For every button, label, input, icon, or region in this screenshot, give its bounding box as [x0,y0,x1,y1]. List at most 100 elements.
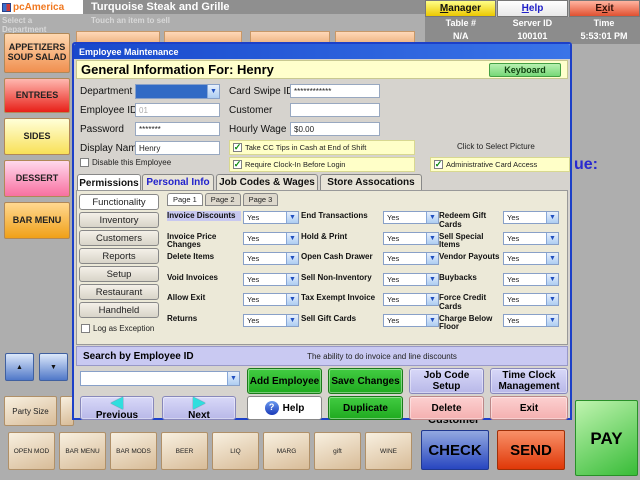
duplicate-button[interactable]: Duplicate [328,396,403,420]
log-as-exception-checkbox-row[interactable]: Log as Exception [81,324,154,333]
help-button-top[interactable]: Help [497,0,568,17]
permission-select[interactable]: Yes [243,232,299,245]
menu-item-button-partial[interactable] [76,31,160,42]
scroll-up-button[interactable]: ▲ [5,353,34,381]
hourly-wage-label: Hourly Wage [229,124,286,135]
cc-tips-checkbox-row[interactable]: Take CC Tips in Cash at End of Shift [229,140,415,155]
permission-select[interactable]: Yes [503,232,559,245]
checkbox-checked-icon[interactable] [434,160,443,169]
chevron-down-icon [426,294,438,305]
help-button[interactable]: Help [247,396,322,420]
bottom-item-bar-mods[interactable]: BAR MODS [110,432,157,470]
permission-row: Sell Non-InventoryYes [301,273,439,294]
permission-select[interactable]: Yes [383,232,439,245]
card-swipe-id-input[interactable]: ************ [290,84,380,98]
permission-select[interactable]: Yes [503,293,559,306]
dialog-title: Employee Maintenance [79,47,179,57]
side-tab-handheld[interactable]: Handheld [79,302,159,318]
bottom-item-liq[interactable]: LIQ [212,432,259,470]
side-tab-restaurant[interactable]: Restaurant [79,284,159,300]
side-tab-customers[interactable]: Customers [79,230,159,246]
dialog-title-bar[interactable]: Employee Maintenance [74,44,570,59]
password-input[interactable]: ******* [135,122,220,136]
permission-select[interactable]: Yes [243,273,299,286]
next-button[interactable]: ▶ Next [162,396,236,420]
display-name-input[interactable]: Henry [135,141,220,155]
checkbox-unchecked-icon[interactable] [81,324,90,333]
permission-select[interactable]: Yes [243,252,299,265]
save-changes-button[interactable]: Save Changes [328,368,403,394]
employee-id-label: Employee ID [80,105,137,116]
permission-select[interactable]: Yes [503,211,559,224]
permission-select[interactable]: Yes [503,314,559,327]
hourly-wage-input[interactable]: $0.00 [290,122,380,136]
menu-item-button-partial[interactable] [250,31,330,42]
permission-column-3: Redeem Gift CardsYes Sell Special ItemsY… [439,211,559,334]
select-picture-hint[interactable]: Click to Select Picture [457,142,535,151]
admin-card-checkbox-row[interactable]: Administrative Card Access [430,157,570,172]
job-code-setup-button[interactable]: Job Code Setup [409,368,484,394]
send-button[interactable]: SEND [497,430,565,470]
permission-select[interactable]: Yes [243,211,299,224]
tab-permissions[interactable]: Permissions [77,174,141,191]
side-tab-setup[interactable]: Setup [79,266,159,282]
bottom-item-beer[interactable]: BEER [161,432,208,470]
bottom-item-open-mod[interactable]: OPEN MOD [8,432,55,470]
bottom-item-marg[interactable]: MARG [263,432,310,470]
customer-input[interactable] [290,103,380,117]
permission-select[interactable]: Yes [243,314,299,327]
brand-name: pcAmerica [13,2,64,13]
employee-search-select[interactable] [80,371,240,386]
permission-select[interactable]: Yes [383,211,439,224]
time-clock-management-button[interactable]: Time Clock Management [490,368,568,394]
checkbox-checked-icon[interactable] [233,143,242,152]
permission-select[interactable]: Yes [503,273,559,286]
tab-personal-info[interactable]: Personal Info [142,174,214,190]
add-employee-button[interactable]: Add Employee [247,368,322,394]
checkbox-unchecked-icon[interactable] [80,158,89,167]
server-id-label: Server ID [497,17,569,30]
tab-job-codes-wages[interactable]: Job Codes & Wages [216,174,318,190]
permission-select[interactable]: Yes [383,252,439,265]
manager-button[interactable]: Manager [425,0,496,17]
tab-store-associations[interactable]: Store Assocations [320,174,422,190]
permission-column-2: End TransactionsYes Hold & PrintYes Open… [301,211,439,334]
clock-in-checkbox-row[interactable]: Require Clock-In Before Login [229,157,415,172]
delete-button[interactable]: Delete [409,396,484,420]
previous-button[interactable]: ◀ Previous [80,396,154,420]
permission-select[interactable]: Yes [383,314,439,327]
question-mark-icon [265,401,279,415]
page-tab-3[interactable]: Page 3 [243,193,279,206]
permission-select[interactable]: Yes [383,293,439,306]
side-tab-functionality[interactable]: Functionality [79,194,159,210]
page-tab-1[interactable]: Page 1 [167,193,203,206]
party-size-button[interactable]: Party Size [4,396,57,426]
permission-select[interactable]: Yes [503,252,559,265]
permission-row: Void InvoicesYes [167,273,299,294]
bottom-item-gift[interactable]: gift [314,432,361,470]
permission-select[interactable]: Yes [383,273,439,286]
exit-button[interactable]: Exit [490,396,568,420]
checkbox-checked-icon[interactable] [233,160,242,169]
menu-item-button-partial[interactable] [335,31,415,42]
pay-button[interactable]: PAY [575,400,638,476]
department-dessert[interactable]: DESSERT [4,160,70,197]
department-select[interactable] [135,84,220,99]
scroll-down-button[interactable]: ▼ [39,353,68,381]
bottom-item-bar-menu[interactable]: BAR MENU [59,432,106,470]
side-tab-inventory[interactable]: Inventory [79,212,159,228]
keyboard-button[interactable]: Keyboard [489,63,561,77]
permission-select[interactable]: Yes [243,293,299,306]
department-bar-menu[interactable]: BAR MENU [4,202,70,239]
check-button[interactable]: CHECK [421,430,489,470]
side-tab-reports[interactable]: Reports [79,248,159,264]
page-tab-2[interactable]: Page 2 [205,193,241,206]
department-entrees[interactable]: ENTREES [4,78,70,113]
bottom-item-wine[interactable]: WINE [365,432,412,470]
department-sides[interactable]: SIDES [4,118,70,155]
chevron-down-icon [546,274,558,285]
menu-item-button-partial[interactable] [164,31,242,42]
exit-button-top[interactable]: Exit [569,0,640,17]
department-appetizers[interactable]: APPETIZERS SOUP SALAD [4,33,70,73]
disable-employee-checkbox-row[interactable]: Disable this Employee [80,158,171,167]
